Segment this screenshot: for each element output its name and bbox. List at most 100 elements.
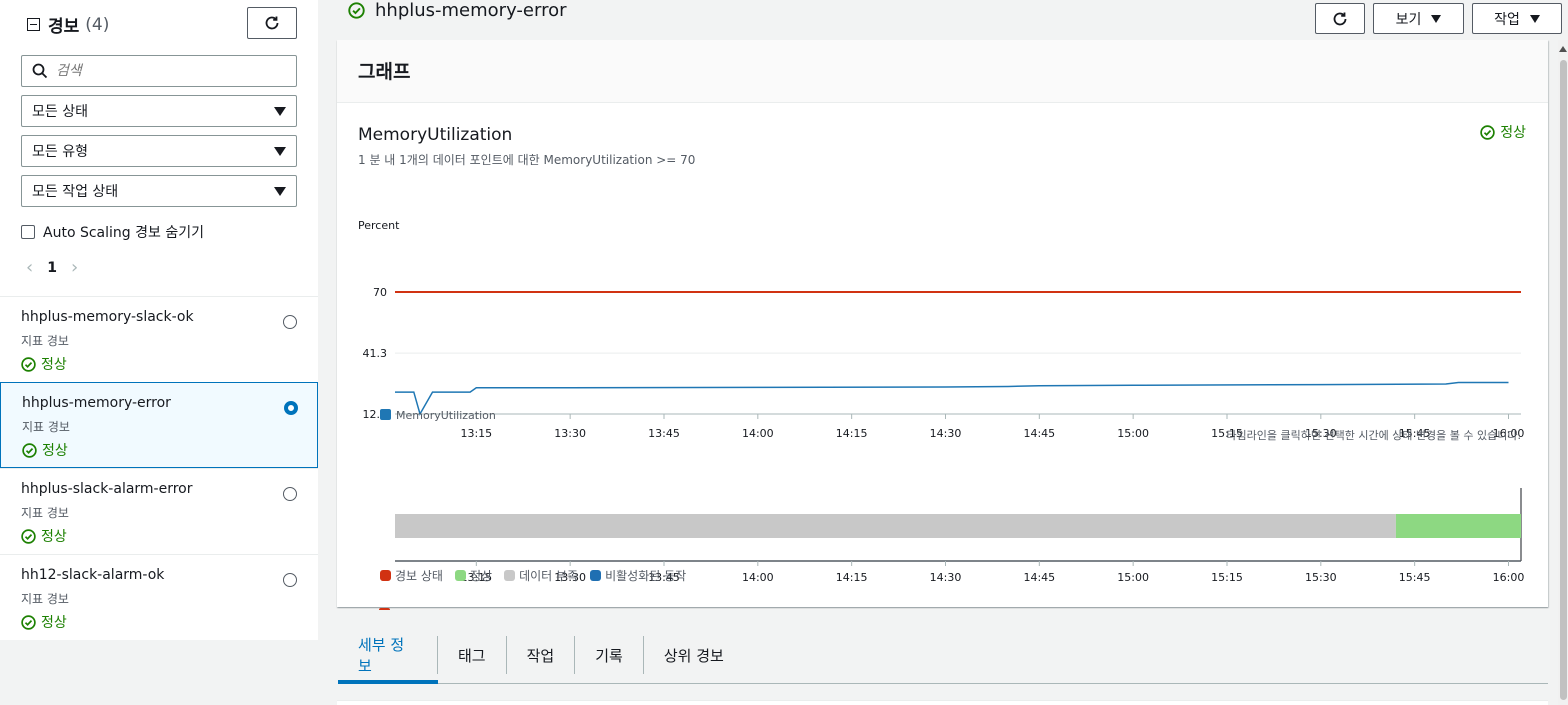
alarm-type: 지표 경보 [22,420,70,434]
alarm-type: 지표 경보 [21,592,69,606]
x-tick-label: 13:15 [460,427,492,440]
tab-history[interactable]: 기록 [575,636,644,674]
graph-card-header: 그래프 [337,40,1548,103]
check-circle-icon [348,2,365,19]
alarm-status-label: 정상 [41,357,67,373]
timeline-x-tick-label: 15:15 [1211,571,1243,584]
state-timeline[interactable] [395,488,1522,561]
details-card [337,700,1548,705]
x-tick-label: 14:45 [1023,427,1055,440]
check-circle-icon [22,442,37,458]
timeline-x-tick-label: 15:00 [1117,571,1149,584]
legend-swatch-ok [454,570,466,581]
scroll-up-arrow[interactable] [1559,46,1567,52]
chevron-left-icon[interactable]: ‹ [26,257,33,278]
scrollbar[interactable] [1558,40,1568,705]
legend-swatch-insufficient [504,570,516,581]
alarm-status-label: 정상 [41,615,67,631]
graph-card: 그래프 MemoryUtilization 1 분 내 1개의 데이터 포인트에… [337,40,1548,610]
alarm-status-label: 정상 [42,443,68,459]
tab-tags[interactable]: 태그 [438,636,507,674]
x-tick-label: 15:00 [1117,427,1149,440]
alarm-status: 정상 [21,526,67,546]
tab-parent-alarms[interactable]: 상위 경보 [644,636,744,674]
active-tab-indicator [338,680,438,684]
memory-utilization-chart[interactable]: Percent 12.741.370 13:15 13:30 13:45 14:00 1… [337,210,1548,610]
legend-swatch [380,409,391,420]
hide-autoscaling-toggle[interactable]: Auto Scaling 경보 숨기기 [21,222,204,242]
alarm-title: hhplus-memory-error [375,0,567,21]
legend-swatch-alarm [379,608,390,610]
timeline-segment[interactable] [1395,514,1521,538]
x-tick-label: 13:45 [648,427,680,440]
search-field[interactable] [21,55,297,87]
refresh-button[interactable] [247,7,297,39]
x-tick-label: 14:15 [836,427,868,440]
timeline-x-tick-label: 16:00 [1493,571,1525,584]
caret-down-icon [274,146,286,156]
hide-autoscaling-checkbox[interactable] [21,225,35,239]
alarm-radio[interactable] [283,573,297,587]
view-button-label: 보기 [1395,11,1422,28]
collapse-icon[interactable] [27,18,40,31]
alarms-sidebar: 경보 (4) 모든 상태 모든 유형 모든 작업 상태 Auto Scaling… [0,0,318,705]
alarm-status-label: 정상 [41,529,67,545]
legend-label[interactable]: MemoryUtilization [396,409,496,422]
header-refresh-button[interactable] [1315,3,1365,34]
view-dropdown-button[interactable]: 보기 [1373,3,1464,34]
timeline-x-tick-label: 15:45 [1399,571,1431,584]
state-legend [379,608,390,610]
metric-status-label: 정상 [1500,125,1526,141]
chevron-right-icon[interactable]: › [71,257,78,278]
alarm-name[interactable]: hhplus-slack-alarm-error [21,481,193,497]
caret-down-icon [274,186,286,196]
hide-autoscaling-label: Auto Scaling 경보 숨기기 [43,225,204,241]
x-tick-label: 13:30 [554,427,586,440]
action-state-filter-select[interactable]: 모든 작업 상태 [21,175,297,207]
actions-button-label: 작업 [1494,11,1520,28]
state-filter-value: 모든 상태 [32,104,88,120]
tab-actions[interactable]: 작업 [507,636,576,674]
alarm-list-item[interactable]: hhplus-memory-error 지표 경보 정상 [0,382,318,468]
timeline-x-tick-label: 14:30 [930,571,962,584]
state-filter-select[interactable]: 모든 상태 [21,95,297,127]
scrollbar-thumb[interactable] [1560,60,1567,700]
caret-down-icon [274,106,286,116]
sidebar-title: 경보 (4) [27,12,109,37]
alarm-list-item[interactable]: hh12-slack-alarm-ok 지표 경보 정상 [0,554,318,640]
caret-down-icon [1431,14,1442,23]
alarm-type: 지표 경보 [21,506,69,520]
check-circle-icon [21,356,36,372]
series-line-memory-utilization[interactable] [395,381,1509,416]
alarm-list-item[interactable]: hhplus-memory-slack-ok 지표 경보 정상 [0,296,318,382]
detail-tabs: 세부 정보 태그 작업 기록 상위 경보 [338,636,1548,684]
y-axis-label: Percent [358,219,400,232]
search-icon [32,63,48,79]
pagination: ‹ 1 › [26,257,78,278]
y-tick-label: 41.3 [363,347,388,360]
timeline-segment[interactable] [395,514,1396,538]
metric-status: 정상 [1480,122,1526,142]
search-input[interactable] [56,63,286,79]
timeline-hint: 타임라인을 클릭하면 선택한 시간에 상태 변경을 볼 수 있습니다. [1226,428,1521,442]
alarm-name[interactable]: hhplus-memory-slack-ok [21,309,194,325]
alarm-count: (4) [85,14,110,35]
alarm-name[interactable]: hh12-slack-alarm-ok [21,567,164,583]
legend-item-disabled: 비활성화된 동작 [590,567,686,584]
x-tick-label: 14:30 [930,427,962,440]
actions-dropdown-button[interactable]: 작업 [1472,3,1562,34]
alarm-radio[interactable] [284,401,298,415]
type-filter-select[interactable]: 모든 유형 [21,135,297,167]
alarm-status: 정상 [22,440,68,460]
alarm-name[interactable]: hhplus-memory-error [22,395,171,411]
tab-details[interactable]: 세부 정보 [338,636,438,675]
check-circle-icon [21,614,36,630]
alarm-radio[interactable] [283,315,297,329]
alarm-list-item[interactable]: hhplus-slack-alarm-error 지표 경보 정상 [0,468,318,554]
alarm-radio[interactable] [283,487,297,501]
timeline-x-tick-label: 14:00 [742,571,774,584]
y-tick-label: 70 [373,286,387,299]
x-tick-label: 14:00 [742,427,774,440]
timeline-x-tick-label: 15:30 [1305,571,1337,584]
current-page[interactable]: 1 [47,260,57,276]
